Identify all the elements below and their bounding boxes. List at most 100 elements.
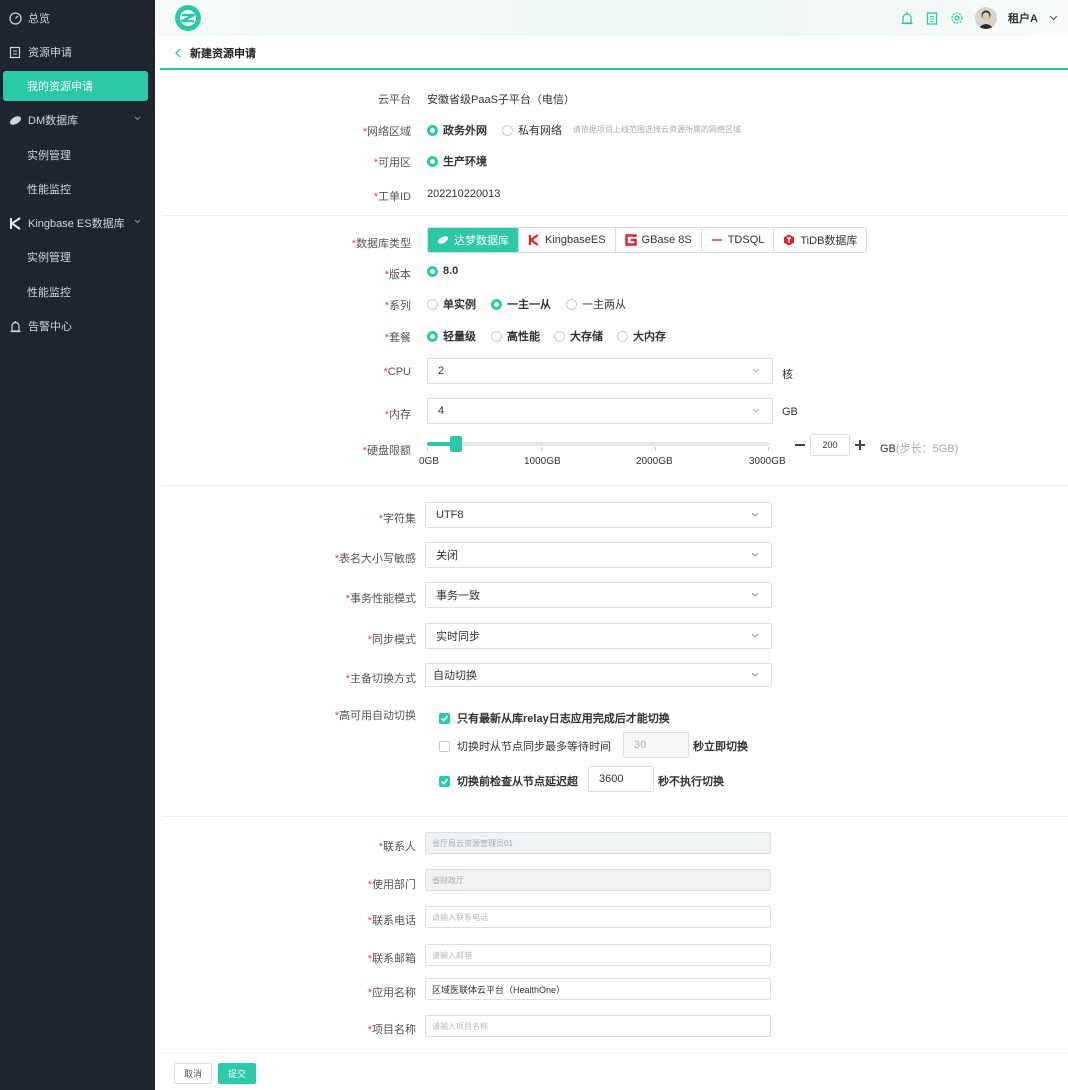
- back-icon[interactable]: [174, 48, 182, 58]
- sidebar-item-label: Kingbase ES数据库: [28, 218, 125, 230]
- ha-option-relay-checkbox[interactable]: 只有最新从库relay日志应用完成后才能切换: [439, 710, 670, 726]
- chevron-down-icon: [752, 408, 760, 413]
- zone-radio-prod[interactable]: 生产环境: [427, 153, 487, 169]
- phone-field[interactable]: 请输入联系电话: [425, 906, 771, 928]
- plan-radio-light[interactable]: 轻量级: [427, 328, 476, 344]
- network-hint: 请依据项目上线范围选择云资源所属的网络区域: [573, 125, 741, 134]
- plus-button[interactable]: [850, 435, 870, 455]
- sidebar-item-kingbase[interactable]: Kingbase ES数据库: [0, 209, 155, 237]
- cpu-select[interactable]: 2: [427, 358, 773, 384]
- project-name-label: *项目名称: [367, 1024, 416, 1036]
- divider: [162, 485, 1068, 486]
- disk-value-input[interactable]: 200: [810, 434, 850, 456]
- app-name-label: *应用名称: [367, 987, 416, 999]
- sidebar-item-alerts[interactable]: 告警中心: [0, 312, 155, 340]
- db-type-label: *数据库类型: [351, 238, 411, 250]
- ha-delay-seconds-input[interactable]: 3600: [588, 766, 654, 792]
- contact-field[interactable]: 省厅局云资源管理员01: [425, 832, 771, 854]
- contact-label: *联系人: [378, 841, 416, 853]
- sidebar-item-kb-instances[interactable]: 实例管理: [0, 243, 155, 271]
- sync-mode-select[interactable]: 实时同步: [425, 623, 772, 649]
- ha-wait-seconds-input[interactable]: 30: [623, 732, 689, 758]
- sidebar-item-resource-apply[interactable]: 资源申请: [0, 38, 155, 66]
- tidb-icon: [783, 234, 795, 246]
- platform-label: 云平台: [378, 94, 411, 106]
- user-name[interactable]: 租户A: [1008, 10, 1038, 26]
- plan-radio-memory[interactable]: 大内存: [617, 328, 666, 344]
- sidebar-item-label: 性能监控: [27, 287, 71, 299]
- alarm-icon[interactable]: [900, 11, 914, 25]
- disk-label: *硬盘限额: [362, 445, 411, 457]
- sidebar-item-label: 资源申请: [28, 47, 72, 59]
- sidebar-item-label: 告警中心: [28, 321, 72, 333]
- chevron-down-icon: [134, 116, 141, 121]
- sidebar-item-my-resource-apply[interactable]: 我的资源申请: [3, 71, 148, 101]
- db-tab-gbase[interactable]: GBase 8S: [615, 228, 702, 252]
- case-sensitive-label: *表名大小写敏感: [334, 553, 416, 565]
- chevron-down-icon: [752, 368, 760, 373]
- tx-mode-label: *事务性能模式: [345, 593, 416, 605]
- plan-label: *套餐: [384, 332, 411, 344]
- tx-mode-select[interactable]: 事务一致: [425, 582, 772, 608]
- gear-icon[interactable]: [950, 11, 964, 25]
- network-radio-gov[interactable]: 政务外网: [427, 122, 487, 138]
- sidebar-item-label: 我的资源申请: [27, 81, 93, 93]
- failover-select[interactable]: 自动切换: [425, 663, 772, 687]
- sidebar-item-kb-monitor[interactable]: 性能监控: [0, 278, 155, 306]
- kingbase-icon: [528, 234, 540, 246]
- memory-unit: GB: [782, 406, 798, 418]
- ha-option-wait-checkbox[interactable]: 切换时从节点同步最多等待时间: [439, 738, 611, 754]
- chevron-down-icon: [134, 219, 141, 224]
- zone-label: *可用区: [373, 157, 411, 169]
- db-tab-kingbase[interactable]: KingbaseES: [519, 228, 616, 252]
- submit-button[interactable]: 提交: [218, 1063, 256, 1084]
- sidebar-item-dm-monitor[interactable]: 性能监控: [0, 175, 155, 203]
- ha-delay-suffix: 秒不执行切换: [658, 776, 724, 788]
- chevron-down-icon: [751, 552, 759, 557]
- sidebar-item-dm-instances[interactable]: 实例管理: [0, 141, 155, 169]
- avatar[interactable]: [975, 7, 998, 29]
- sidebar-item-label: 实例管理: [27, 252, 71, 264]
- ha-option-delay-checkbox[interactable]: 切换前检查从节点延迟超: [439, 773, 578, 789]
- minus-button[interactable]: [790, 435, 810, 455]
- memory-select[interactable]: 4: [427, 398, 773, 424]
- sidebar-item-label: 总览: [28, 13, 50, 25]
- version-radio-8[interactable]: 8.0: [427, 265, 458, 277]
- db-tab-dameng[interactable]: 达梦数据库: [428, 228, 519, 252]
- disk-slider-handle[interactable]: [450, 436, 462, 452]
- chevron-down-icon: [751, 592, 759, 597]
- sidebar-item-dm-database[interactable]: DM数据库: [0, 106, 155, 134]
- platform-value: 安徽省级PaaS子平台（电信）: [427, 94, 575, 106]
- plan-radio-performance[interactable]: 高性能: [491, 328, 540, 344]
- db-tab-tdsql[interactable]: TDSQL: [701, 228, 775, 252]
- app-name-field[interactable]: 区域医联体云平台（HealthOne）: [425, 978, 771, 1000]
- chevron-down-icon[interactable]: [1049, 15, 1058, 21]
- email-field[interactable]: 请输入邮箱: [425, 944, 771, 966]
- failover-label: *主备切换方式: [345, 673, 416, 685]
- ticket-label: *工单ID: [373, 191, 411, 203]
- clipboard-icon[interactable]: [925, 11, 939, 25]
- disk-stepper: 200: [790, 434, 872, 456]
- db-tab-tidb[interactable]: TiDB数据库: [774, 228, 867, 252]
- plan-radio-storage[interactable]: 大存储: [554, 328, 603, 344]
- charset-select[interactable]: UTF8: [425, 502, 772, 528]
- project-name-field[interactable]: 请输入项目名称: [425, 1015, 771, 1037]
- sidebar-item-overview[interactable]: 总览: [0, 4, 155, 32]
- slider-tick: [655, 447, 656, 451]
- case-sensitive-select[interactable]: 关闭: [425, 542, 772, 568]
- series-radio-two-slaves[interactable]: 一主两从: [566, 296, 626, 312]
- page-title: 新建资源申请: [190, 48, 256, 60]
- department-field[interactable]: 省财政厅: [425, 869, 771, 891]
- series-label: *系列: [384, 300, 411, 312]
- form-area: [155, 70, 1068, 1090]
- cancel-button[interactable]: 取消: [174, 1063, 212, 1084]
- disk-slider[interactable]: [427, 436, 769, 452]
- series-radio-one-slave[interactable]: 一主一从: [491, 296, 551, 312]
- network-radio-private[interactable]: 私有网络: [502, 122, 562, 138]
- db-type-tabs: 达梦数据库 KingbaseES GBase 8S TDSQL TiDB数据库: [427, 227, 868, 253]
- divider: [162, 816, 1068, 817]
- top-bar: 租户A: [155, 0, 1068, 36]
- memory-label: *内存: [384, 409, 411, 421]
- gbase-icon: [624, 234, 637, 246]
- series-radio-single[interactable]: 单实例: [427, 296, 476, 312]
